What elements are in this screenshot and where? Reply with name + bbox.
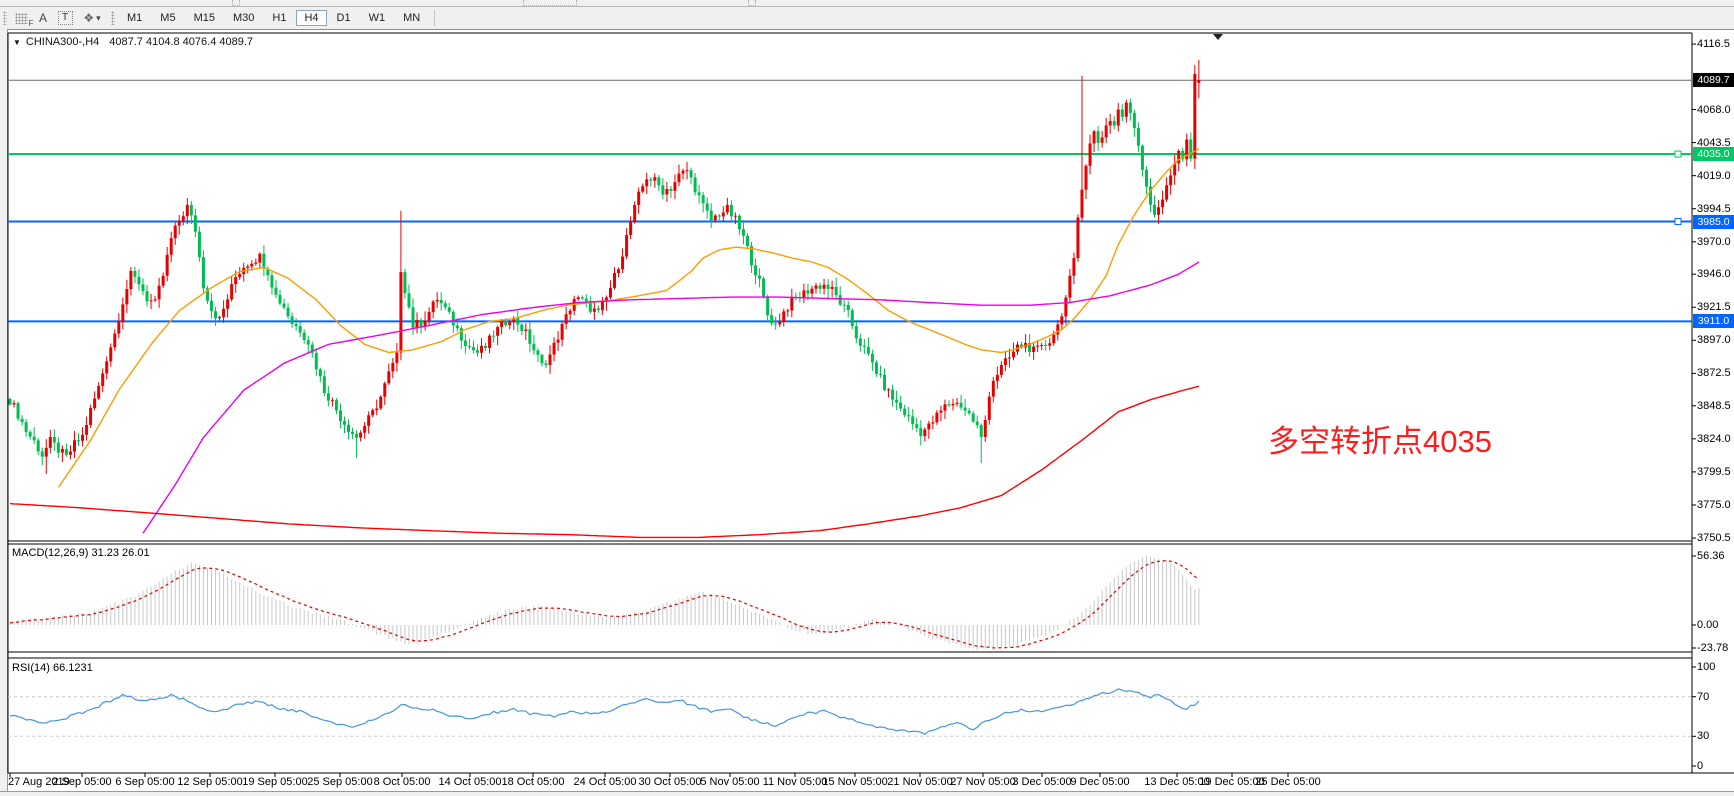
macd-axis-label: -23.78 — [1697, 642, 1728, 654]
chart-menu-triangle-icon[interactable]: ▼ — [13, 38, 21, 47]
price-tag[interactable]: 4089.7 — [1693, 73, 1734, 87]
time-axis-label: 15 Nov 05:00 — [821, 776, 889, 788]
time-axis-label: 12 Sep 05:00 — [176, 776, 244, 788]
time-axis-label: 25 Dec 05:00 — [1254, 776, 1322, 788]
rsi-panel-layer — [8, 689, 1692, 736]
macd-histogram — [10, 555, 1199, 650]
rsi-axis-label: 0 — [1697, 760, 1703, 772]
mt4-application-window: F A T ❖ ▾ M1M5M15M30H1H4D1W1MN ▼ CHINA30… — [0, 0, 1734, 796]
price-axis-label: 3970.0 — [1697, 236, 1731, 248]
time-axis-label: 11 Nov 05:00 — [761, 776, 829, 788]
chart-canvas[interactable] — [0, 0, 1734, 796]
price-axis-label: 3799.5 — [1697, 466, 1731, 478]
time-axis-label: 21 Nov 05:00 — [886, 776, 954, 788]
price-tag[interactable]: 3985.0 — [1693, 215, 1734, 229]
time-axis-label: 2 Sep 05:00 — [48, 776, 116, 788]
rsi-axis-label: 100 — [1697, 661, 1715, 673]
time-axis-label: 9 Dec 05:00 — [1066, 776, 1134, 788]
price-axis-label: 4116.5 — [1697, 38, 1730, 50]
horizontal-lines-layer[interactable] — [8, 80, 1692, 321]
time-axis-label: 24 Oct 05:00 — [571, 776, 639, 788]
time-axis-label: 5 Nov 05:00 — [696, 776, 764, 788]
price-axis-label: 3750.5 — [1697, 532, 1731, 544]
price-axis-label: 4019.0 — [1697, 170, 1731, 182]
time-axis-label: 18 Oct 05:00 — [499, 776, 567, 788]
macd-axis-label: 56.36 — [1697, 550, 1725, 562]
price-axis-label: 3921.5 — [1697, 301, 1731, 313]
macd-indicator-label: MACD(12,26,9) 31.23 26.01 — [12, 547, 150, 559]
macd-signal-line — [10, 561, 1199, 648]
price-axis-label: 3848.5 — [1697, 400, 1731, 412]
price-axis-label: 3994.5 — [1697, 203, 1731, 215]
price-tag[interactable]: 4035.0 — [1693, 147, 1734, 161]
rsi-axis-label: 30 — [1697, 730, 1709, 742]
ohlc-values: 4087.7 4104.8 4076.4 4089.7 — [109, 36, 253, 48]
time-axis-label: 14 Oct 05:00 — [436, 776, 504, 788]
ma-line-medium-ma — [143, 262, 1199, 533]
pivot-annotation-text: 多空转折点4035 — [1268, 416, 1492, 461]
time-axis-label: 19 Sep 05:00 — [241, 776, 309, 788]
price-axis-label: 3946.0 — [1697, 268, 1731, 280]
price-tag[interactable]: 3911.0 — [1693, 314, 1734, 328]
time-axis-label: 25 Sep 05:00 — [306, 776, 374, 788]
price-axis-label: 3824.0 — [1697, 433, 1731, 445]
chart-shift-marker-icon[interactable] — [1213, 34, 1223, 40]
chart-frame — [8, 33, 1734, 773]
price-axis-label: 3872.5 — [1697, 367, 1731, 379]
time-axis-label: 30 Oct 05:00 — [636, 776, 704, 788]
macd-axis-label: 0.00 — [1697, 619, 1718, 631]
price-axis-label: 4068.0 — [1697, 104, 1731, 116]
rsi-indicator-label: RSI(14) 66.1231 — [12, 662, 93, 674]
symbol-period-label: CHINA300-,H4 — [26, 36, 99, 48]
price-axis-label: 3897.0 — [1697, 334, 1731, 346]
time-axis-label: 8 Oct 05:00 — [368, 776, 436, 788]
time-axis-label: 27 Nov 05:00 — [949, 776, 1017, 788]
price-axis-label: 3775.0 — [1697, 499, 1731, 511]
time-axis-label: 6 Sep 05:00 — [111, 776, 179, 788]
ma-line-fast-ma — [58, 149, 1199, 488]
candles-layer — [9, 60, 1201, 474]
chart-title: ▼ CHINA300-,H4 4087.7 4104.8 4076.4 4089… — [13, 36, 253, 48]
rsi-axis-label: 70 — [1697, 691, 1709, 703]
